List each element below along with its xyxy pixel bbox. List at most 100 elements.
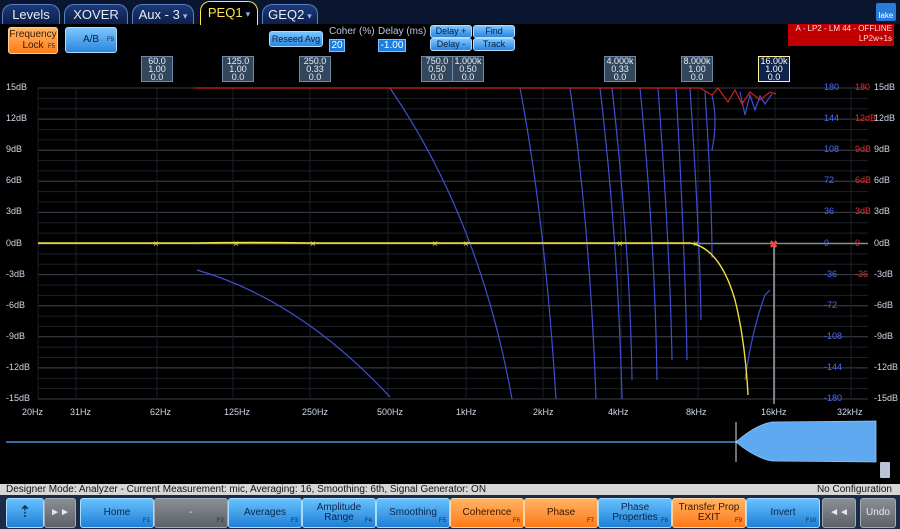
forward-button[interactable]: ►► [44,498,76,528]
y-label-left: -12dB [6,361,31,372]
x-axis-label: 32kHz [837,407,863,417]
smoothing-key: F5 [438,518,446,524]
coherence-label: Coherence [462,507,512,518]
y-label-phase: 108 [824,144,840,155]
back-button[interactable]: ◄◄ [822,498,856,528]
phase-button[interactable]: Phase F7 [524,498,598,528]
coherence-button[interactable]: Coherence F6 [450,498,524,528]
phase-curve [611,87,633,381]
blank-label: - [189,507,193,518]
y-label-right: 3dB [874,206,891,217]
amplitude-range-button[interactable]: Amplitude Range F4 [302,498,376,528]
page-up-button[interactable]: ⇡ [6,498,44,528]
x-axis-label: 2kHz [533,407,554,417]
band-marker-icon: × [693,239,699,250]
y-label-left: 15dB [6,82,28,92]
transfer-properties-button[interactable]: Transfer Prop EXIT F9 [672,498,746,528]
y-label-left: 0dB [6,237,23,248]
y-label-phase: -36 [824,268,838,279]
phase-label: Phase [546,507,576,518]
transfer-key: F9 [734,518,742,524]
y-label-left: -15dB [6,393,31,403]
up-arrow-icon: ⇡ [18,504,32,521]
trash-icon [880,462,890,478]
averages-label: Averages [243,507,287,518]
home-key: F1 [142,518,150,524]
y-label-left: 9dB [6,144,23,155]
blank-button[interactable]: - F2 [154,498,228,528]
x-axis-label: 1kHz [456,407,477,417]
y-label-phase: 144 [824,113,840,124]
x-axis-label: 62Hz [150,407,172,417]
y-label-phase: 0 [824,237,830,248]
y-label-left: -9dB [6,330,26,341]
x-axis-label: 20Hz [22,407,44,417]
fast-forward-icon: ►► [50,507,70,518]
x-axis-label: 31Hz [70,407,92,417]
phase-properties-button[interactable]: Phase Properties F8 [598,498,672,528]
spectrum-fill [735,420,877,463]
phase-curve [675,87,688,361]
averages-key: F3 [290,518,298,524]
smoothing-button[interactable]: Smoothing F5 [376,498,450,528]
y-label-phase: -180 [824,393,843,403]
y-label-phase-red: 6dB [855,175,872,186]
band-marker-icon: × [463,239,469,250]
status-text: Designer Mode: Analyzer - Current Measur… [6,484,487,495]
y-label-phase-red: -36 [855,268,869,279]
x-axis-label: 250Hz [302,407,329,417]
y-label-phase: -72 [824,299,838,310]
y-label-left: 6dB [6,175,23,186]
phase-curve [744,289,771,381]
phase-curve [711,94,716,151]
invert-button[interactable]: Invert F10 [746,498,820,528]
y-label-phase-red: 0 [855,237,861,248]
home-button[interactable]: Home F1 [80,498,154,528]
y-label-phase: -108 [824,330,843,341]
y-label-phase-red: 12dB [855,113,877,124]
smoothing-label: Smoothing [389,507,437,518]
blank-key: F2 [216,518,224,524]
configuration-status: No Configuration [816,484,892,495]
x-axis-label: 16kHz [761,407,787,417]
home-label: Home [103,507,131,518]
y-label-right: -12dB [874,361,899,372]
phase-key: F7 [586,518,594,524]
y-label-phase: 180 [824,82,840,92]
y-label-phase: -144 [824,361,843,372]
undo-button[interactable]: Undo [860,498,896,528]
y-label-left: -6dB [6,299,26,310]
averages-button[interactable]: Averages F3 [228,498,302,528]
status-bar: Designer Mode: Analyzer - Current Measur… [0,484,900,495]
coherence-key: F6 [512,518,520,524]
selected-band-marker-icon: ✖ [769,239,778,251]
x-axis-label: 500Hz [377,407,404,417]
rewind-icon: ◄◄ [829,507,849,518]
band-marker-icon: × [233,239,239,250]
x-axis-label: 125Hz [224,407,251,417]
y-label-right: -3dB [874,268,894,279]
band-marker-icon: × [432,239,438,250]
band-marker-icon: × [153,239,159,250]
y-label-right: 15dB [874,82,896,92]
y-label-phase-red: 3dB [855,206,872,217]
phase-curve [739,91,773,116]
y-label-right: 9dB [874,144,891,155]
y-label-right: -9dB [874,330,894,341]
y-label-phase-red: 9dB [855,144,872,155]
y-label-right: -6dB [874,299,894,310]
y-label-phase: 36 [824,206,835,217]
phase-properties-key: F8 [660,518,668,524]
amplitude-key: F4 [364,518,372,524]
y-label-right: 0dB [874,237,891,248]
band-marker-icon: × [310,239,316,250]
undo-label: Undo [866,507,890,518]
invert-key: F10 [805,518,816,524]
band-marker-icon: × [617,239,623,250]
y-label-left: 3dB [6,206,23,217]
y-label-left: -3dB [6,268,26,279]
phase-curve [639,87,658,381]
invert-label: Invert [770,507,796,518]
phase-curve [657,87,673,361]
y-label-right: 12dB [874,113,896,124]
